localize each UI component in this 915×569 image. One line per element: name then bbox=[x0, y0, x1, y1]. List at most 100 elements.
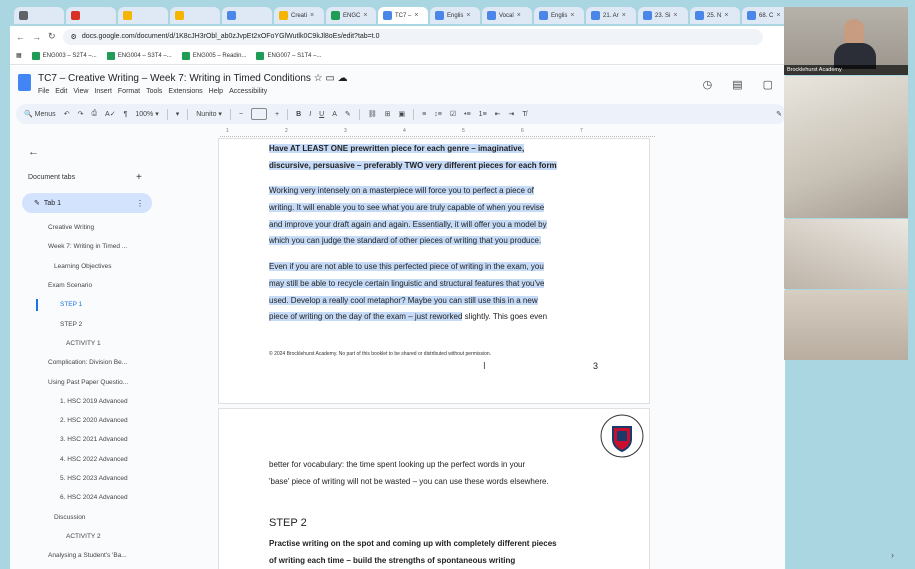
browser-tab[interactable]: 23. Si × bbox=[638, 7, 688, 24]
bookmark-item[interactable]: ENG005 – Readin... bbox=[181, 51, 246, 60]
outline-item[interactable]: Learning Objectives bbox=[10, 257, 160, 276]
menu-extensions[interactable]: Extensions bbox=[168, 88, 202, 95]
video-tile[interactable] bbox=[784, 76, 908, 218]
browser-tab[interactable]: 21. Ar × bbox=[586, 7, 636, 24]
outline-item[interactable]: ACTIVITY 2 bbox=[10, 527, 160, 546]
address-bar[interactable]: ⚙ docs.google.com/document/d/1K8cJH3rObl… bbox=[62, 28, 763, 45]
decrease-indent-icon[interactable]: ⇤ bbox=[495, 110, 501, 118]
zoom-select[interactable]: 100% ▾ bbox=[135, 110, 158, 118]
checklist-icon[interactable]: ☑ bbox=[450, 110, 456, 118]
close-tab-icon[interactable]: × bbox=[724, 12, 728, 19]
outline-item[interactable]: 4. HSC 2022 Advanced bbox=[10, 450, 160, 469]
paint-format-icon[interactable]: ¶ bbox=[124, 111, 128, 118]
browser-tab[interactable] bbox=[66, 7, 116, 24]
tab-1-item[interactable]: ✎ Tab 1 ⋮ bbox=[22, 193, 152, 213]
outline-item[interactable]: Echoes bbox=[10, 565, 160, 569]
browser-tab[interactable] bbox=[14, 7, 64, 24]
browser-tab[interactable]: 25. N × bbox=[690, 7, 740, 24]
image-icon[interactable]: ▣ bbox=[399, 110, 406, 118]
link-icon[interactable]: ⛓ bbox=[368, 110, 377, 118]
close-tab-icon[interactable]: × bbox=[517, 12, 521, 19]
font-size-increase[interactable]: + bbox=[275, 111, 279, 118]
menu-view[interactable]: View bbox=[73, 88, 88, 95]
underline-icon[interactable]: U bbox=[319, 111, 324, 118]
browser-tab[interactable]: 68. C × bbox=[742, 7, 785, 24]
back-arrow-icon[interactable]: ← bbox=[28, 146, 39, 158]
history-icon[interactable]: ◷ bbox=[703, 78, 713, 91]
menu-accessibility[interactable]: Accessibility bbox=[229, 88, 267, 95]
menu-help[interactable]: Help bbox=[209, 88, 223, 95]
close-tab-icon[interactable]: × bbox=[776, 12, 780, 19]
style-select[interactable]: ▾ bbox=[176, 110, 180, 118]
text-color-icon[interactable]: A bbox=[332, 111, 337, 118]
close-tab-icon[interactable]: × bbox=[466, 12, 470, 19]
comment-icon[interactable]: ⊞ bbox=[385, 110, 391, 118]
undo-icon[interactable]: ↶ bbox=[64, 110, 70, 118]
increase-indent-icon[interactable]: ⇥ bbox=[509, 110, 515, 118]
add-tab-button[interactable]: + bbox=[136, 172, 142, 183]
browser-tab[interactable]: Creati × bbox=[274, 7, 324, 24]
browser-tab[interactable] bbox=[170, 7, 220, 24]
meet-icon[interactable]: ▢ bbox=[763, 78, 773, 91]
more-options-icon[interactable]: ⋮ bbox=[136, 199, 144, 208]
redo-icon[interactable]: ↷ bbox=[78, 110, 84, 118]
menu-tools[interactable]: Tools bbox=[146, 88, 162, 95]
font-size-input[interactable] bbox=[251, 108, 268, 120]
edit-mode-icon[interactable]: ✎ bbox=[776, 110, 782, 118]
ruler[interactable]: 1 2 3 4 5 6 7 bbox=[220, 128, 655, 137]
outline-item[interactable]: Creative Writing bbox=[10, 218, 160, 237]
browser-tab[interactable] bbox=[222, 7, 272, 24]
menu-edit[interactable]: Edit bbox=[55, 88, 67, 95]
move-icon[interactable]: ▭ bbox=[325, 73, 334, 84]
cloud-icon[interactable]: ☁ bbox=[338, 73, 348, 84]
align-icon[interactable]: ≡ bbox=[422, 111, 426, 118]
bold-icon[interactable]: B bbox=[296, 111, 301, 118]
star-icon[interactable]: ☆ bbox=[314, 73, 323, 84]
outline-item[interactable]: 1. HSC 2019 Advanced bbox=[10, 392, 160, 411]
font-select[interactable]: Nunito ▾ bbox=[196, 110, 222, 118]
outline-item[interactable]: Week 7: Writing in Timed ... bbox=[10, 237, 160, 256]
close-tab-icon[interactable]: × bbox=[414, 12, 418, 19]
close-tab-icon[interactable]: × bbox=[673, 12, 677, 19]
close-tab-icon[interactable]: × bbox=[310, 12, 314, 19]
outline-item[interactable]: ACTIVITY 1 bbox=[10, 334, 160, 353]
video-tile[interactable] bbox=[784, 290, 908, 360]
menu-insert[interactable]: Insert bbox=[94, 88, 112, 95]
forward-icon[interactable]: → bbox=[32, 32, 41, 42]
outline-item[interactable]: 3. HSC 2021 Advanced bbox=[10, 430, 160, 449]
bookmark-item[interactable]: ENG003 – S2T4 –... bbox=[31, 51, 97, 60]
apps-icon[interactable]: ▦ bbox=[16, 52, 22, 59]
outline-item[interactable]: Complication: Division Be... bbox=[10, 353, 160, 372]
site-info-icon[interactable]: ⚙ bbox=[71, 33, 77, 41]
comments-icon[interactable]: ▤ bbox=[732, 78, 742, 91]
numbered-list-icon[interactable]: 1≡ bbox=[479, 111, 487, 118]
document-page[interactable]: Have AT LEAST ONE prewritten piece for e… bbox=[218, 138, 650, 404]
browser-tab[interactable]: Vocal × bbox=[482, 7, 532, 24]
outline-item[interactable]: 5. HSC 2023 Advanced bbox=[10, 469, 160, 488]
close-tab-icon[interactable]: × bbox=[363, 12, 367, 19]
browser-tab[interactable]: TC7 – × bbox=[378, 7, 428, 24]
menu-file[interactable]: File bbox=[38, 88, 49, 95]
menu-format[interactable]: Format bbox=[118, 88, 140, 95]
bookmark-item[interactable]: ENG004 – S3T4 –... bbox=[106, 51, 172, 60]
chevron-right-icon[interactable]: › bbox=[891, 550, 894, 560]
reload-icon[interactable]: ↻ bbox=[48, 31, 56, 42]
close-tab-icon[interactable]: × bbox=[622, 12, 626, 19]
bookmark-item[interactable]: ENG007 – S1T4 –... bbox=[256, 51, 321, 60]
docs-logo-icon[interactable] bbox=[18, 74, 31, 91]
video-tile-presenter[interactable]: Brocklehurst Academy bbox=[784, 7, 908, 75]
clear-format-icon[interactable]: T̸ bbox=[522, 111, 526, 118]
line-spacing-icon[interactable]: ↕≡ bbox=[434, 111, 442, 118]
outline-item[interactable]: 2. HSC 2020 Advanced bbox=[10, 411, 160, 430]
outline-item[interactable]: Using Past Paper Questio... bbox=[10, 372, 160, 391]
highlight-icon[interactable]: ✎ bbox=[345, 110, 351, 118]
outline-item[interactable]: Exam Scenario bbox=[10, 276, 160, 295]
browser-tab[interactable]: Englis × bbox=[430, 7, 480, 24]
document-page[interactable]: better for vocabulary: the time spent lo… bbox=[218, 408, 650, 569]
browser-tab[interactable] bbox=[118, 7, 168, 24]
spellcheck-icon[interactable]: A✓ bbox=[105, 110, 116, 118]
browser-tab[interactable]: Englis × bbox=[534, 7, 584, 24]
search-menus[interactable]: 🔍 Menus bbox=[24, 110, 56, 118]
bullet-list-icon[interactable]: •≡ bbox=[464, 111, 471, 118]
print-icon[interactable]: ⎙ bbox=[91, 110, 97, 118]
